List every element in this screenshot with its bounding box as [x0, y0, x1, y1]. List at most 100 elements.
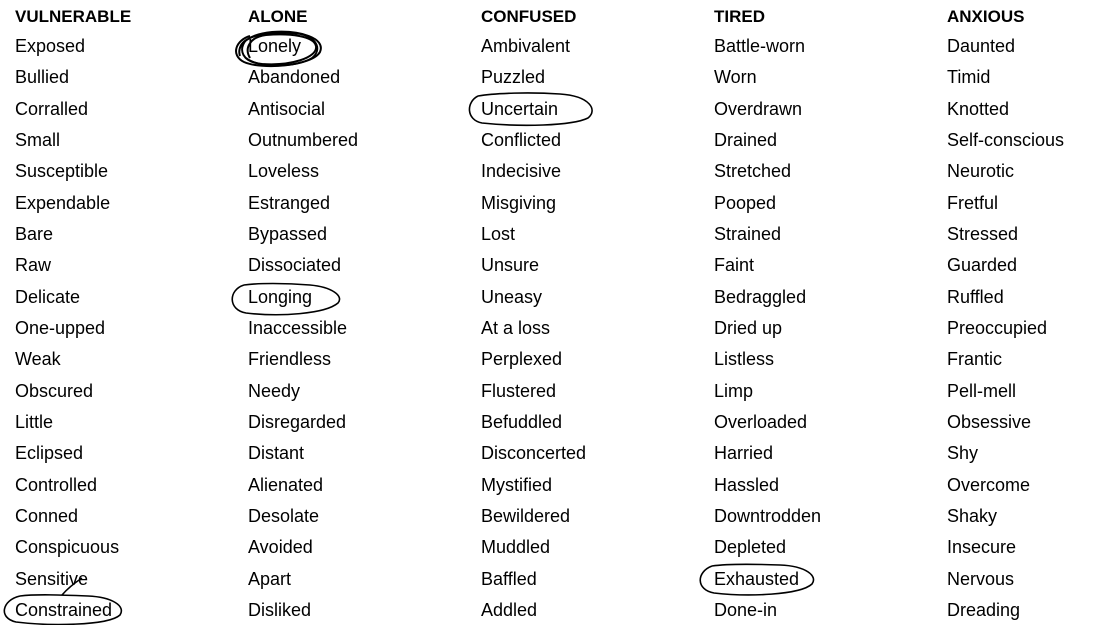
word-item: Dried up: [714, 317, 783, 338]
word-item: Muddled: [481, 537, 551, 558]
word-item: Worn: [714, 67, 757, 88]
word-item: Knotted: [947, 98, 1010, 119]
word-item: Puzzled: [481, 67, 546, 88]
word-item: Overdrawn: [714, 98, 803, 119]
word-item: Downtrodden: [714, 505, 822, 526]
word-item: Abandoned: [248, 67, 341, 88]
word-item: Listless: [714, 349, 775, 370]
word-item: Antisocial: [248, 98, 326, 119]
word-item: Little: [15, 411, 54, 432]
word-item: Uneasy: [481, 286, 543, 307]
word-item: Harried: [714, 443, 774, 464]
word-item: Unsure: [481, 255, 540, 276]
word-item: Susceptible: [15, 161, 109, 182]
word-item: Estranged: [248, 192, 331, 213]
word-item: Sensitive: [15, 568, 89, 589]
word-item: Inaccessible: [248, 317, 348, 338]
word-item: Uncertain: [481, 98, 559, 119]
word-item: Outnumbered: [248, 129, 359, 150]
word-item: Depleted: [714, 537, 787, 558]
word-item: Timid: [947, 67, 991, 88]
word-item: Avoided: [248, 537, 313, 558]
word-item: Longing: [248, 286, 313, 307]
column-header: ALONE: [248, 7, 308, 26]
word-item: Conflicted: [481, 129, 562, 150]
word-item: Battle-worn: [714, 36, 806, 56]
word-item: Bypassed: [248, 223, 328, 244]
word-item: Self-conscious: [947, 129, 1065, 150]
word-item: Corralled: [15, 98, 89, 119]
word-item: Delicate: [15, 286, 81, 307]
word-item: Bedraggled: [714, 286, 807, 307]
word-item: Expendable: [15, 192, 111, 213]
word-item: Obsessive: [947, 411, 1032, 432]
word-item: Dissociated: [248, 255, 342, 276]
column-header: CONFUSED: [481, 7, 577, 26]
word-item: Perplexed: [481, 349, 563, 370]
column-header: ANXIOUS: [947, 7, 1025, 26]
word-item: Frantic: [947, 349, 1003, 370]
word-item: Shy: [947, 443, 979, 464]
word-item: Lost: [481, 223, 516, 244]
word-item: Addled: [481, 599, 538, 620]
word-item: Guarded: [947, 255, 1018, 276]
word-item: Befuddled: [481, 411, 563, 432]
word-item: Ambivalent: [481, 36, 571, 56]
word-item: Friendless: [248, 349, 332, 370]
word-item: Small: [15, 129, 61, 150]
word-item: Ruffled: [947, 286, 1004, 307]
word-item: Fretful: [947, 192, 999, 213]
handwritten-circles: [3, 30, 815, 625]
word-item: Conned: [15, 505, 79, 526]
word-item: Loveless: [248, 161, 320, 182]
word-item: Pell-mell: [947, 380, 1017, 401]
word-item: Overcome: [947, 474, 1031, 495]
word-item: Obscured: [15, 380, 94, 401]
word-item: Hassled: [714, 474, 780, 495]
word-item: Daunted: [947, 36, 1016, 56]
word-item: Dreading: [947, 599, 1021, 620]
word-item: Bullied: [15, 67, 70, 88]
word-item: Disregarded: [248, 411, 347, 432]
word-item: Lonely: [248, 36, 302, 56]
word-item: Disliked: [248, 599, 312, 620]
word-item: Bare: [15, 223, 54, 244]
word-item: Stressed: [947, 223, 1019, 244]
word-item: Indecisive: [481, 161, 562, 182]
word-item: Done-in: [714, 599, 778, 620]
word-item: Misgiving: [481, 192, 557, 213]
word-item: Strained: [714, 223, 782, 244]
word-item: Raw: [15, 255, 52, 276]
word-item: Pooped: [714, 192, 777, 213]
word-item: Limp: [714, 380, 754, 401]
word-item: At a loss: [481, 317, 551, 338]
word-item: Insecure: [947, 537, 1017, 558]
word-item: Mystified: [481, 474, 553, 495]
word-item: Controlled: [15, 474, 98, 495]
word-item: Disconcerted: [481, 443, 587, 464]
word-item: Flustered: [481, 380, 557, 401]
word-item: Apart: [248, 568, 292, 589]
word-item: Stretched: [714, 161, 792, 182]
word-item: Nervous: [947, 568, 1015, 589]
word-item: Bewildered: [481, 505, 571, 526]
word-item: Needy: [248, 380, 301, 401]
word-item: Constrained: [15, 599, 113, 620]
word-item: Conspicuous: [15, 537, 120, 558]
word-item: Weak: [15, 349, 61, 370]
word-item: Desolate: [248, 505, 320, 526]
word-item: Eclipsed: [15, 443, 84, 464]
word-item: Baffled: [481, 568, 537, 589]
word-item: Preoccupied: [947, 317, 1048, 338]
word-item: Drained: [714, 129, 778, 150]
word-item: Exhausted: [714, 568, 800, 589]
word-item: Faint: [714, 255, 755, 276]
word-item: Overloaded: [714, 411, 808, 432]
word-item: Shaky: [947, 505, 998, 526]
word-item: Alienated: [248, 474, 324, 495]
word-item: One-upped: [15, 317, 106, 338]
word-item: Distant: [248, 443, 305, 464]
word-item: Exposed: [15, 36, 86, 56]
column-header: VULNERABLE: [15, 7, 132, 26]
column-header: TIRED: [714, 7, 765, 26]
